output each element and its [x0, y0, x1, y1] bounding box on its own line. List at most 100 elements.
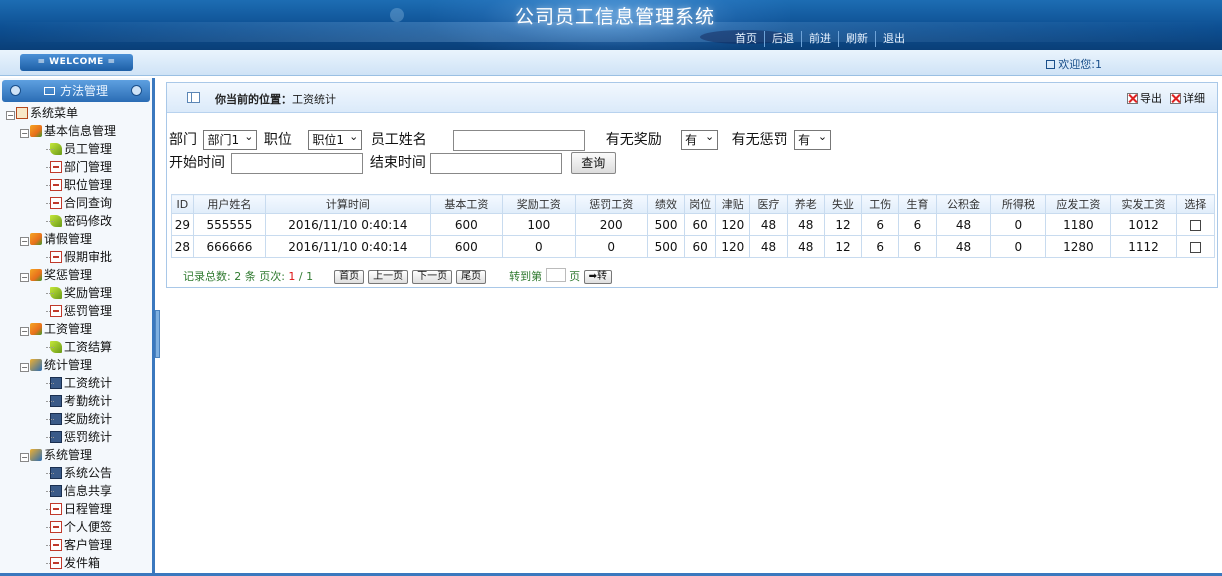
tree-item-label: 职位管理: [64, 178, 113, 192]
minus-icon[interactable]: −: [20, 363, 29, 372]
tree-item[interactable]: 奖励管理: [6, 284, 152, 302]
tree-item[interactable]: 职位管理: [6, 176, 152, 194]
table-row[interactable]: 28 666666 2016/11/10 0:40:14 600 0 0 500…: [171, 235, 1216, 258]
sidebar-header[interactable]: 方法管理: [2, 80, 150, 102]
row-checkbox[interactable]: [1189, 241, 1201, 253]
tree-item[interactable]: 假期审批: [6, 248, 152, 266]
next-page-button[interactable]: 下一页: [412, 270, 453, 284]
tree-group[interactable]: − 系统管理: [6, 446, 152, 464]
detail-button[interactable]: 详细: [1170, 90, 1205, 106]
search-row-1: 部门 部门1 职位 职位1 员工姓名 有无奖励 有 有无惩罚 有: [169, 128, 832, 151]
goto-page-input[interactable]: [545, 268, 566, 282]
tree-item[interactable]: 客户管理: [6, 536, 152, 554]
collapse-knob-icon[interactable]: [10, 85, 21, 96]
nav-home[interactable]: 首页: [728, 31, 765, 47]
page-icon: [50, 197, 62, 209]
collapse-knob-icon[interactable]: [131, 85, 142, 96]
minus-icon[interactable]: −: [20, 129, 29, 138]
app-title: 公司员工信息管理系统: [514, 6, 715, 28]
cell-gross-pay: 1180: [1045, 213, 1112, 236]
minus-icon[interactable]: −: [20, 237, 29, 246]
minus-icon[interactable]: −: [20, 453, 29, 462]
welcome-user: 欢迎您:1: [1046, 56, 1102, 72]
tree-item[interactable]: 工资结算: [6, 338, 152, 356]
column-header: 公积金: [935, 194, 992, 214]
tree-item[interactable]: 合同查询: [6, 194, 152, 212]
tree-item[interactable]: 密码修改: [6, 212, 152, 230]
penalty-label: 有无惩罚: [731, 132, 788, 148]
nav-back[interactable]: 后退: [765, 31, 802, 47]
tree-item[interactable]: 个人便签: [6, 518, 152, 536]
main-content: 你当前的位置：工资统计 导出 详细 部门 部门1 职位 职位1 员工姓名 有无奖…: [162, 82, 1222, 576]
prev-page-button[interactable]: 上一页: [368, 270, 409, 284]
column-header: 失业: [823, 194, 863, 214]
penalty-select[interactable]: 有: [794, 128, 832, 150]
tree-item[interactable]: 部门管理: [6, 158, 152, 176]
nav-refresh[interactable]: 刷新: [839, 31, 876, 47]
name-input[interactable]: [453, 129, 586, 151]
tree-group-label: 统计管理: [44, 358, 93, 372]
sidebar-splitter[interactable]: [155, 310, 160, 358]
end-time-input[interactable]: [430, 152, 563, 174]
cell-allowance: 120: [715, 235, 751, 258]
cell-pension: 48: [786, 235, 825, 258]
tree-group[interactable]: − 工资管理: [6, 320, 152, 338]
leaf-icon: [50, 143, 62, 155]
position-select[interactable]: 职位1: [308, 128, 363, 150]
tree-item[interactable]: 信息共享: [6, 482, 152, 500]
query-button[interactable]: 查询: [570, 152, 616, 174]
page-icon: [50, 557, 62, 569]
tree-item[interactable]: 奖励统计: [6, 410, 152, 428]
tree-item[interactable]: 系统公告: [6, 464, 152, 482]
cell-allowance: 120: [715, 213, 751, 236]
cell-select: [1175, 235, 1216, 258]
cell-medical: 48: [749, 213, 788, 236]
export-button[interactable]: 导出: [1127, 90, 1162, 106]
tree-item[interactable]: 考勤统计: [6, 392, 152, 410]
cell-base-salary: 600: [429, 235, 504, 258]
tree-group[interactable]: − 请假管理: [6, 230, 152, 248]
search-row-2: 开始时间 结束时间 查询: [169, 152, 616, 174]
minus-icon[interactable]: −: [20, 327, 29, 336]
reward-label: 有无奖励: [605, 132, 662, 148]
tree-item[interactable]: 发件箱: [6, 554, 152, 572]
tree-root[interactable]: − 系统菜单: [6, 104, 152, 122]
table-row[interactable]: 29 555555 2016/11/10 0:40:14 600 100 200…: [171, 213, 1216, 236]
tree-item[interactable]: 惩罚统计: [6, 428, 152, 446]
menu-tree: − 系统菜单 − 基本信息管理 员工管理 部门管理 职位管理 合同查询 密码修改 −…: [0, 102, 152, 572]
tree-item-label: 日程管理: [64, 502, 113, 516]
tree-group[interactable]: − 奖惩管理: [6, 266, 152, 284]
last-page-button[interactable]: 尾页: [456, 270, 487, 284]
column-header: 计算时间: [265, 194, 431, 214]
welcome-button[interactable]: = WELCOME =: [20, 54, 133, 71]
minus-icon[interactable]: −: [20, 273, 29, 282]
page-icon: [50, 539, 62, 551]
welcome-user-text: 欢迎您:1: [1058, 58, 1102, 71]
banner-decoration: [390, 8, 404, 22]
tree-item[interactable]: 工资统计: [6, 374, 152, 392]
start-time-input[interactable]: [231, 152, 364, 174]
tree-item[interactable]: 日程管理: [6, 500, 152, 518]
tree-item[interactable]: 员工管理: [6, 140, 152, 158]
top-nav: 首页 后退 前进 刷新 退出: [728, 31, 912, 47]
column-header: 津贴: [715, 194, 751, 214]
first-page-button[interactable]: 首页: [334, 270, 365, 284]
tree-group[interactable]: − 统计管理: [6, 356, 152, 374]
minus-icon[interactable]: −: [6, 111, 15, 120]
column-header: 应发工资: [1045, 194, 1112, 214]
cell-performance: 500: [646, 235, 686, 258]
stats-icon: [50, 395, 62, 407]
row-checkbox[interactable]: [1189, 219, 1201, 231]
tree-item-label: 密码修改: [64, 214, 113, 228]
tree-item[interactable]: 惩罚管理: [6, 302, 152, 320]
nav-logout[interactable]: 退出: [876, 31, 912, 47]
tree-item-label: 假期审批: [64, 250, 113, 264]
tree-group[interactable]: − 基本信息管理: [6, 122, 152, 140]
goto-button[interactable]: ➡转: [583, 270, 612, 284]
reward-select[interactable]: 有: [681, 128, 719, 150]
dept-select[interactable]: 部门1: [203, 128, 258, 150]
nav-forward[interactable]: 前进: [802, 31, 839, 47]
column-header: 实发工资: [1110, 194, 1177, 214]
column-header: 所得税: [990, 194, 1047, 214]
cell-housing-fund: 48: [935, 213, 992, 236]
